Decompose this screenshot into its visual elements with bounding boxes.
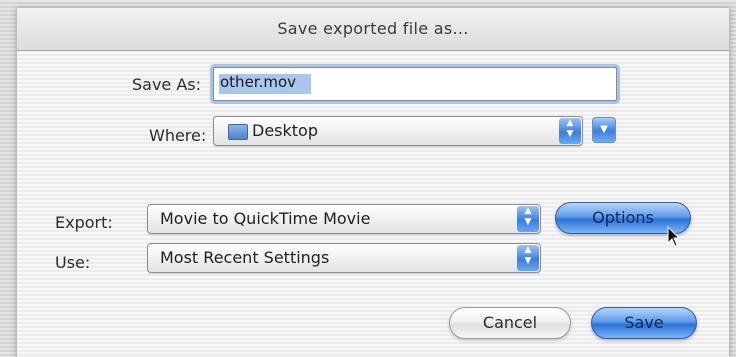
expand-browser-button[interactable]: ▼ xyxy=(592,117,616,143)
use-popup-value: Most Recent Settings xyxy=(160,248,330,267)
where-label: Where: xyxy=(149,126,207,145)
mouse-pointer-icon xyxy=(667,226,681,247)
folder-icon xyxy=(228,124,248,140)
updown-arrows-icon: ▲ ▼ xyxy=(517,245,539,271)
use-label: Use: xyxy=(55,253,91,272)
save-as-label: Save As: xyxy=(132,75,202,94)
where-popup-value: Desktop xyxy=(252,121,318,140)
dialog-title: Save exported file as... xyxy=(277,19,469,38)
export-label: Export: xyxy=(55,213,113,232)
updown-arrows-icon: ▲ ▼ xyxy=(517,206,539,232)
dialog-titlebar: Save exported file as... xyxy=(17,8,729,51)
export-popup-value: Movie to QuickTime Movie xyxy=(160,209,371,228)
updown-arrows-icon: ▲ ▼ xyxy=(559,118,581,144)
where-popup[interactable]: Desktop ▲ ▼ xyxy=(213,116,583,146)
save-dialog: Save exported file as... Save As: Where:… xyxy=(16,8,730,357)
cancel-button[interactable]: Cancel xyxy=(449,307,571,339)
save-as-input[interactable] xyxy=(214,68,616,96)
save-button[interactable]: Save xyxy=(591,307,697,339)
save-as-field[interactable] xyxy=(213,67,617,101)
chevron-down-icon: ▼ xyxy=(600,124,608,135)
export-popup[interactable]: Movie to QuickTime Movie ▲ ▼ xyxy=(147,204,541,234)
use-popup[interactable]: Most Recent Settings ▲ ▼ xyxy=(147,243,541,273)
